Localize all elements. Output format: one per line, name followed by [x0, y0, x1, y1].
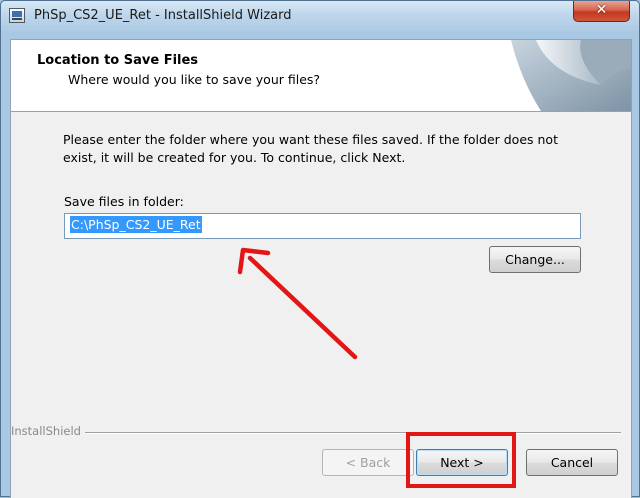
folder-label: Save files in folder:	[64, 194, 184, 209]
folder-path-value: C:\PhSp_CS2_UE_Ret	[70, 216, 202, 233]
page-curl-icon	[511, 40, 631, 111]
page-title: Location to Save Files	[37, 53, 199, 68]
wizard-header: Location to Save Files Where would you l…	[11, 40, 631, 112]
installer-icon	[9, 8, 25, 23]
folder-path-input[interactable]: C:\PhSp_CS2_UE_Ret	[64, 213, 581, 239]
close-button[interactable]: ✕	[573, 1, 630, 22]
title-bar[interactable]: PhSp_CS2_UE_Ret - InstallShield Wizard ✕	[1, 1, 639, 31]
window-title: PhSp_CS2_UE_Ret - InstallShield Wizard	[34, 8, 292, 23]
change-button[interactable]: Change...	[489, 246, 581, 273]
close-icon: ✕	[595, 2, 608, 18]
installshield-brand: InstallShield	[11, 424, 85, 438]
instructions-text: Please enter the folder where you want t…	[63, 132, 558, 165]
back-button[interactable]: < Back	[322, 449, 414, 476]
wizard-client-area: Location to Save Files Where would you l…	[10, 39, 632, 498]
cancel-button[interactable]: Cancel	[526, 449, 618, 476]
footer-divider	[11, 432, 621, 434]
next-highlight-box	[406, 432, 516, 488]
installer-window: PhSp_CS2_UE_Ret - InstallShield Wizard ✕…	[0, 0, 640, 498]
page-subtitle: Where would you like to save your files?	[68, 72, 321, 87]
